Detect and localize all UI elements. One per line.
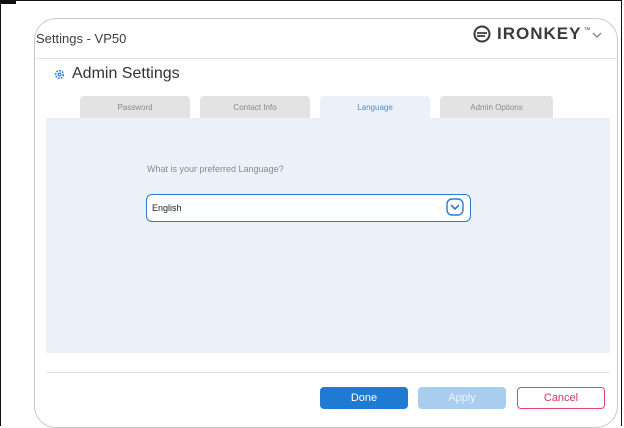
brand-name: IRONKEY <box>497 24 582 43</box>
language-selected-value: English <box>152 203 182 213</box>
done-button[interactable]: Done <box>320 387 408 409</box>
gear-icon <box>54 69 65 79</box>
brand-logo-group: IRONKEY ™ <box>473 24 590 44</box>
section-title: Admin Settings <box>72 65 180 82</box>
title-divider <box>35 58 617 59</box>
frame-corner-mark <box>0 0 16 4</box>
language-prompt: What is your preferred Language? <box>147 164 284 174</box>
chevron-down-icon[interactable] <box>591 29 603 41</box>
cancel-button[interactable]: Cancel <box>517 387 605 409</box>
brand-trademark: ™ <box>583 26 591 34</box>
tab-admin-options[interactable]: Admin Options <box>440 96 553 119</box>
footer-divider <box>46 372 610 373</box>
apply-button[interactable]: Apply <box>418 387 506 409</box>
language-select[interactable]: English <box>146 194 471 222</box>
tab-password[interactable]: Password <box>80 96 190 119</box>
language-panel <box>46 118 610 353</box>
tab-language[interactable]: Language <box>320 96 430 119</box>
ironkey-logo-icon <box>473 25 491 43</box>
window-title: Settings - VP50 <box>36 31 127 46</box>
tab-contact-info[interactable]: Contact Info <box>200 96 310 119</box>
section-heading: Admin Settings <box>54 65 180 83</box>
chevron-down-icon[interactable] <box>446 198 464 216</box>
